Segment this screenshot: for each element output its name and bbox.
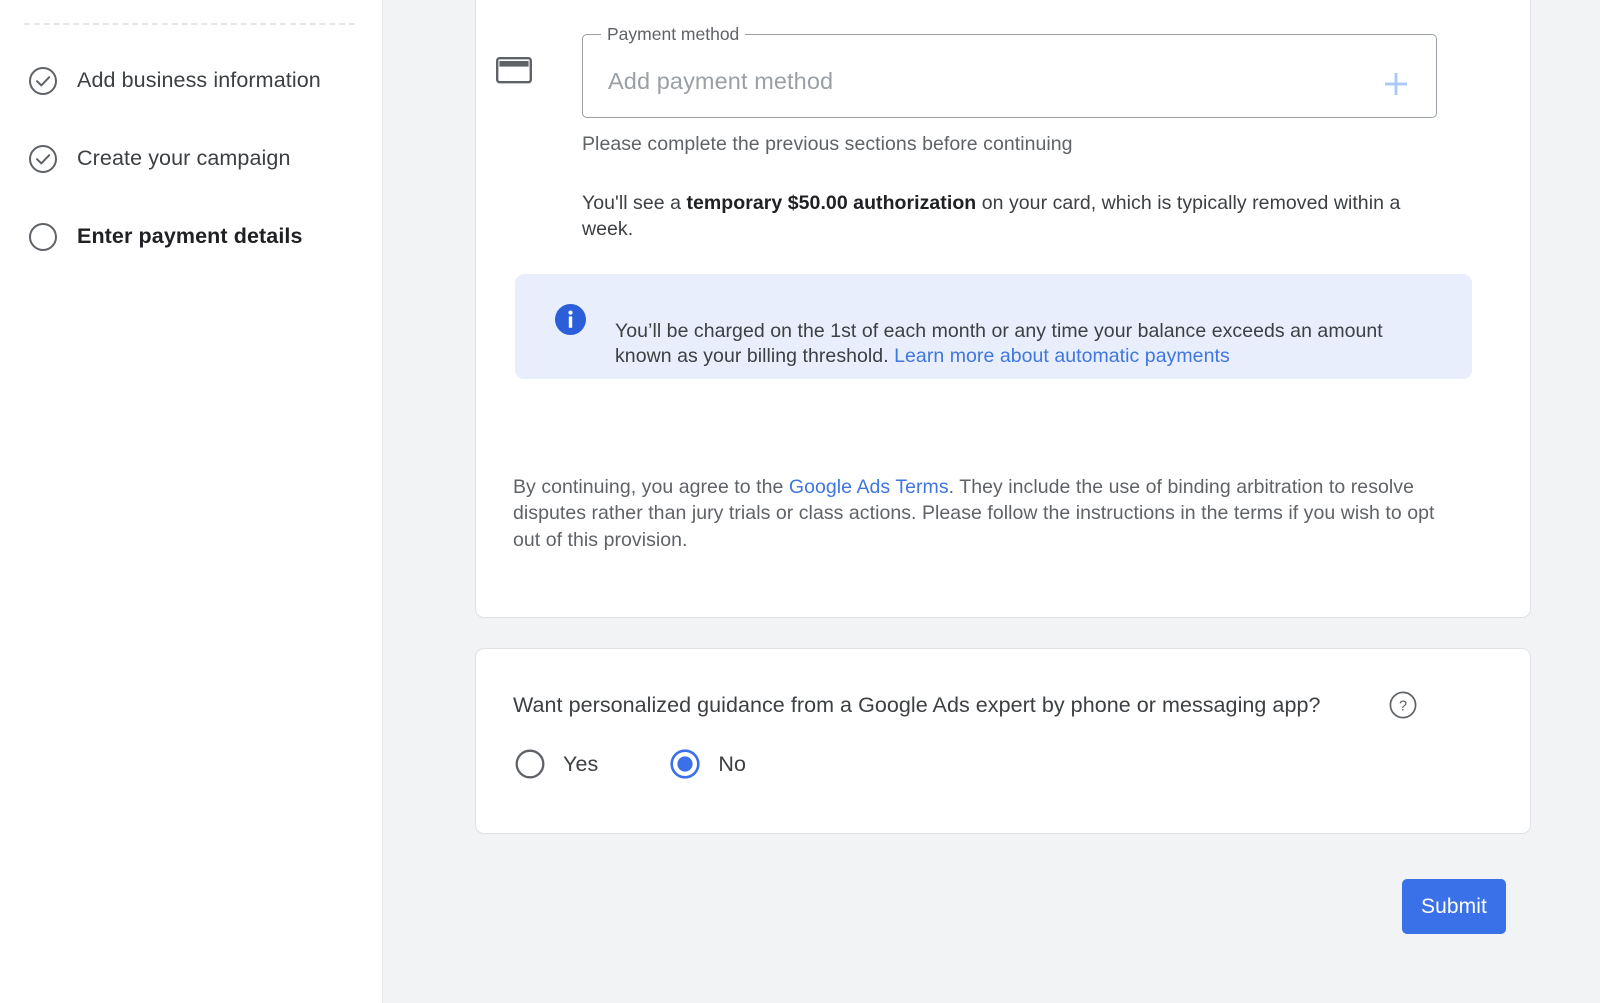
sidebar-step-enter-payment-details[interactable]: Enter payment details [0,198,382,276]
check-circle-icon [28,66,58,96]
sidebar-step-add-business-information[interactable]: Add business information [0,42,382,120]
credit-card-icon [496,56,532,84]
payment-method-legend: Payment method [601,26,745,44]
check-circle-icon [28,144,58,174]
guidance-radio-group: Yes No [513,747,746,781]
guidance-radio-no[interactable]: No [668,747,746,781]
payment-details-card: Payment method Add payment method Please… [475,0,1531,618]
authorization-amount-text: temporary $50.00 authorization [686,192,976,214]
automatic-payments-info-banner: You’ll be charged on the 1st of each mon… [515,274,1472,379]
authorization-note: You'll see a temporary $50.00 authorizat… [582,190,1444,243]
payment-method-placeholder: Add payment method [608,68,833,95]
sidebar-step-label: Add business information [77,68,321,94]
expert-guidance-card: Want personalized guidance from a Google… [475,648,1531,834]
learn-more-automatic-payments-link[interactable]: Learn more about automatic payments [894,345,1230,367]
submit-button[interactable]: Submit [1402,879,1506,934]
terms-prefix: By continuing, you agree to the [513,476,789,498]
sidebar-step-create-your-campaign[interactable]: Create your campaign [0,120,382,198]
help-circle-icon[interactable]: ? [1389,691,1417,719]
guidance-radio-yes[interactable]: Yes [513,747,598,781]
payment-helper-text: Please complete the previous sections be… [582,133,1073,156]
sidebar-step-label: Create your campaign [77,146,291,172]
radio-unselected-icon [513,747,547,781]
guidance-radio-yes-label: Yes [563,752,598,777]
step-list: Add business information Create your cam… [0,42,382,276]
google-ads-terms-link[interactable]: Google Ads Terms [789,476,949,498]
guidance-question-label: Want personalized guidance from a Google… [513,693,1320,718]
info-banner-text: You’ll be charged on the 1st of each mon… [615,319,1435,371]
guidance-radio-no-label: No [718,752,746,777]
sidebar-step-label: Enter payment details [77,224,303,250]
info-icon [555,304,586,335]
authorization-note-prefix: You'll see a [582,192,686,214]
terms-paragraph: By continuing, you agree to the Google A… [513,474,1453,554]
sidebar-dashed-divider [24,23,355,25]
empty-circle-icon [28,222,58,252]
svg-text:?: ? [1399,698,1407,714]
payment-method-field[interactable]: Payment method Add payment method [582,26,1437,118]
radio-selected-icon [668,747,702,781]
main-content: Payment method Add payment method Please… [383,0,1600,1003]
page-root: Add business information Create your cam… [0,0,1600,1003]
plus-icon[interactable] [1378,66,1414,102]
setup-steps-sidebar: Add business information Create your cam… [0,0,383,1003]
